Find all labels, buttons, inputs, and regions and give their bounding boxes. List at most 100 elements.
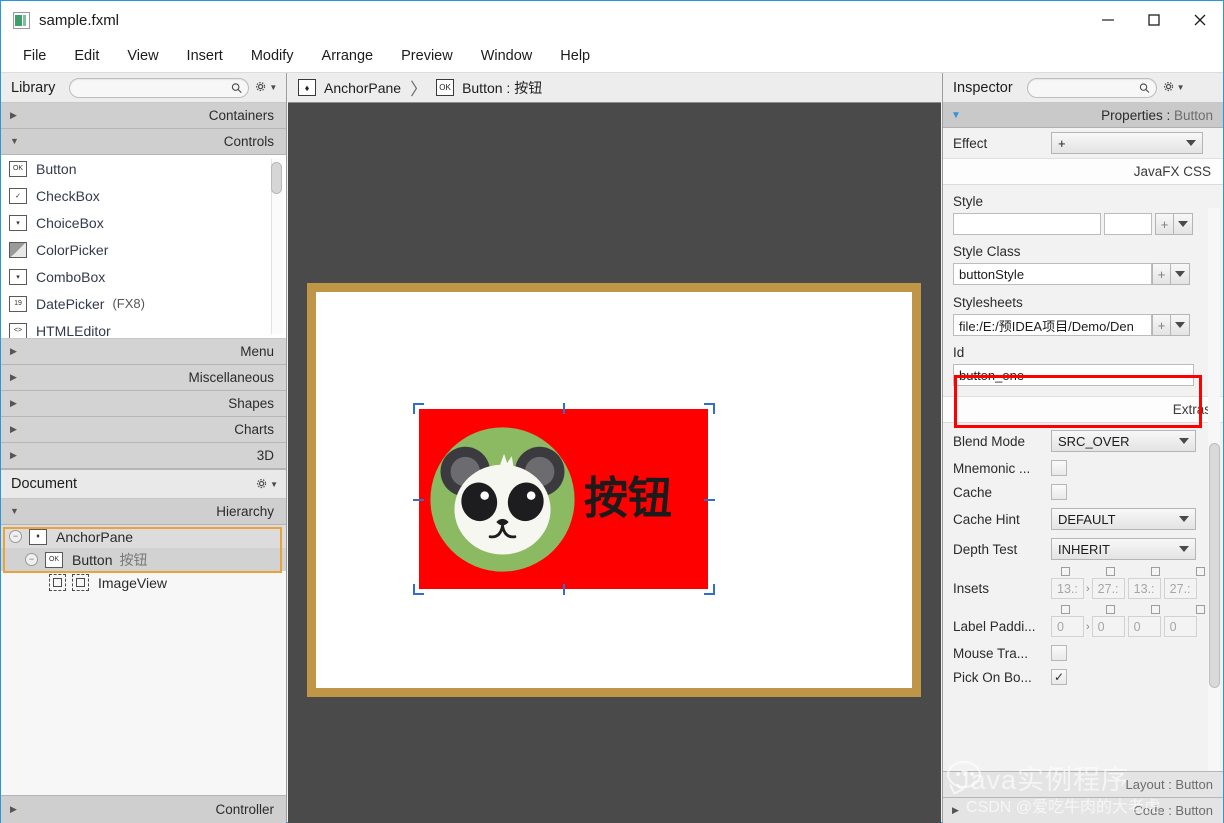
- breadcrumb-item-anchorpane[interactable]: AnchorPane: [324, 80, 401, 96]
- selection-handle-nw[interactable]: [413, 403, 424, 414]
- selection-handle-sw[interactable]: [413, 584, 424, 595]
- selection-handle-n[interactable]: [558, 403, 569, 414]
- library-item-htmleditor[interactable]: <> HTMLEditor: [1, 317, 286, 339]
- stylesheets-input[interactable]: file:/E:/预IDEA项目/Demo/Den: [953, 314, 1152, 336]
- breadcrumb-item-button[interactable]: Button : 按钮: [462, 78, 542, 98]
- minimize-button[interactable]: [1085, 1, 1131, 39]
- library-section-menu[interactable]: ▶ Menu: [1, 339, 286, 365]
- blend-mode-combo[interactable]: SRC_OVER: [1051, 430, 1196, 452]
- menu-file[interactable]: File: [9, 45, 60, 67]
- insets-link-right[interactable]: [1106, 567, 1115, 576]
- menu-arrange[interactable]: Arrange: [308, 45, 388, 67]
- library-item-colorpicker[interactable]: ColorPicker: [1, 236, 286, 263]
- menu-preview[interactable]: Preview: [387, 45, 467, 67]
- collapse-toggle-icon[interactable]: −: [9, 530, 22, 543]
- close-button[interactable]: [1177, 1, 1223, 39]
- mouse-transparent-checkbox[interactable]: [1051, 645, 1067, 661]
- inspector-code-section[interactable]: ▶ Code : Button: [943, 797, 1223, 823]
- chevron-right-icon: ▶: [952, 805, 959, 816]
- library-section-shapes[interactable]: ▶ Shapes: [1, 391, 286, 417]
- menu-edit[interactable]: Edit: [60, 45, 113, 67]
- insets-link-left[interactable]: [1196, 567, 1205, 576]
- mnemonic-parsing-checkbox[interactable]: [1051, 460, 1067, 476]
- cache-hint-combo[interactable]: DEFAULT: [1051, 508, 1196, 530]
- inspector-search-input[interactable]: [1028, 81, 1139, 95]
- inspector-layout-section[interactable]: Layout : Button: [943, 771, 1223, 797]
- effect-combo[interactable]: +: [1051, 132, 1203, 154]
- maximize-button[interactable]: [1131, 1, 1177, 39]
- label-padding-link-bottom[interactable]: [1151, 605, 1160, 614]
- menu-window[interactable]: Window: [467, 45, 547, 67]
- insets-link-bottom[interactable]: [1151, 567, 1160, 576]
- document-gear-icon[interactable]: ▼: [256, 478, 278, 491]
- library-item-combobox[interactable]: ▾ ComboBox: [1, 263, 286, 290]
- style-class-input[interactable]: buttonStyle: [953, 263, 1152, 285]
- library-scrollbar-thumb[interactable]: [271, 162, 282, 194]
- depth-test-combo[interactable]: INHERIT: [1051, 538, 1196, 560]
- insets-right-input[interactable]: 27.:: [1092, 578, 1125, 599]
- menu-help[interactable]: Help: [546, 45, 604, 67]
- library-search-box[interactable]: [69, 78, 249, 98]
- label-padding-bottom-input[interactable]: 0: [1128, 616, 1161, 637]
- label-padding-top-input[interactable]: 0: [1051, 616, 1084, 637]
- style-class-label: Style Class: [953, 244, 1213, 259]
- inspector-body: Effect + JavaFX CSS Style + Sty: [943, 128, 1223, 771]
- selection-handle-s[interactable]: [558, 584, 569, 595]
- style-class-menu-button[interactable]: [1171, 263, 1190, 285]
- collapse-toggle-icon[interactable]: −: [25, 553, 38, 566]
- library-item-choicebox[interactable]: ▾ ChoiceBox: [1, 209, 286, 236]
- library-section-controls[interactable]: ▼ Controls: [1, 129, 286, 155]
- stylesheets-menu-button[interactable]: [1171, 314, 1190, 336]
- pick-on-bounds-checkbox[interactable]: ✓: [1051, 669, 1067, 685]
- tree-item-button[interactable]: − OK Button 按钮: [1, 548, 286, 571]
- label-padding-link-left[interactable]: [1196, 605, 1205, 614]
- document-section-hierarchy[interactable]: ▼ Hierarchy: [1, 499, 286, 525]
- style-input-secondary[interactable]: [1104, 213, 1152, 235]
- library-gear-icon[interactable]: ▼: [255, 81, 277, 94]
- label-padding-link-top[interactable]: [1061, 605, 1070, 614]
- library-item-button[interactable]: OK Button: [1, 155, 286, 182]
- tree-item-imageview[interactable]: ImageView: [1, 571, 286, 594]
- stage-anchorpane[interactable]: 按钮: [307, 283, 921, 697]
- menu-insert[interactable]: Insert: [173, 45, 237, 67]
- selection-handle-se[interactable]: [704, 584, 715, 595]
- library-item-checkbox[interactable]: ✓ CheckBox: [1, 182, 286, 209]
- selection-handle-e[interactable]: [704, 494, 715, 505]
- id-input[interactable]: button_one: [953, 364, 1194, 386]
- menu-modify[interactable]: Modify: [237, 45, 308, 67]
- stylesheets-field-row: file:/E:/预IDEA项目/Demo/Den +: [953, 314, 1213, 336]
- library-search-input[interactable]: [70, 81, 231, 95]
- insets-link-top[interactable]: [1061, 567, 1070, 576]
- inspector-properties-section-header[interactable]: ▼ Properties : Button: [943, 103, 1223, 128]
- insets-bottom-input[interactable]: 13.:: [1128, 578, 1161, 599]
- library-section-charts[interactable]: ▶ Charts: [1, 417, 286, 443]
- insets-left-input[interactable]: 27.:: [1164, 578, 1197, 599]
- design-canvas[interactable]: 按钮: [288, 103, 941, 822]
- library-section-3d[interactable]: ▶ 3D: [1, 443, 286, 469]
- selection-handle-ne[interactable]: [704, 403, 715, 414]
- library-item-datepicker[interactable]: 19 DatePicker (FX8): [1, 290, 286, 317]
- menu-view[interactable]: View: [113, 45, 172, 67]
- tree-item-anchorpane[interactable]: − ♦ AnchorPane: [1, 525, 286, 548]
- label-padding-link-right[interactable]: [1106, 605, 1115, 614]
- cache-checkbox[interactable]: [1051, 484, 1067, 500]
- style-class-add-button[interactable]: +: [1152, 263, 1171, 285]
- style-add-button[interactable]: +: [1155, 213, 1174, 235]
- document-section-controller[interactable]: ▶ Controller: [1, 795, 286, 823]
- library-item-label: ComboBox: [36, 269, 105, 285]
- library-section-containers[interactable]: ▶ Containers: [1, 103, 286, 129]
- fx-button-preview[interactable]: 按钮: [419, 409, 708, 589]
- inspector-gear-icon[interactable]: ▼: [1163, 81, 1185, 94]
- inspector-search-box[interactable]: [1027, 78, 1157, 98]
- insets-toggle-row: [943, 564, 1223, 576]
- library-section-miscellaneous[interactable]: ▶ Miscellaneous: [1, 365, 286, 391]
- label-padding-left-input[interactable]: 0: [1164, 616, 1197, 637]
- selection-handle-w[interactable]: [413, 494, 424, 505]
- insets-top-input[interactable]: 13.:: [1051, 578, 1084, 599]
- inspector-scrollbar-thumb[interactable]: [1209, 443, 1220, 688]
- library-item-sublabel: (FX8): [112, 296, 145, 311]
- style-input[interactable]: [953, 213, 1101, 235]
- label-padding-right-input[interactable]: 0: [1092, 616, 1125, 637]
- style-menu-button[interactable]: [1174, 213, 1193, 235]
- stylesheets-add-button[interactable]: +: [1152, 314, 1171, 336]
